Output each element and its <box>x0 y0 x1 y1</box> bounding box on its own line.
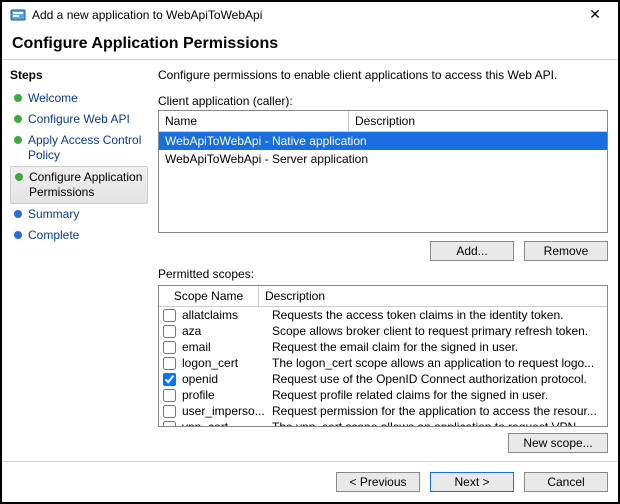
scope-description: Request profile related claims for the s… <box>272 388 603 402</box>
step-item[interactable]: Welcome <box>10 88 148 109</box>
scope-checkbox[interactable] <box>163 373 176 386</box>
scope-description: The logon_cert scope allows an applicati… <box>272 356 603 370</box>
step-label: Configure Web API <box>28 112 130 127</box>
step-item[interactable]: Summary <box>10 204 148 225</box>
scope-checkbox[interactable] <box>163 357 176 370</box>
window-title: Add a new application to WebApiToWebApi <box>32 8 580 22</box>
scope-name: openid <box>182 372 266 386</box>
previous-button[interactable]: < Previous <box>336 472 420 492</box>
client-label: Client application (caller): <box>158 94 608 108</box>
scope-col-name[interactable]: Scope Name <box>159 286 259 306</box>
cancel-button[interactable]: Cancel <box>524 472 608 492</box>
scope-name: vpn_cert <box>182 420 266 426</box>
step-item[interactable]: Configure Application Permissions <box>10 166 148 204</box>
step-done-icon <box>14 94 22 102</box>
step-done-icon <box>15 173 23 181</box>
scope-checkbox[interactable] <box>163 389 176 402</box>
dialog-window: Add a new application to WebApiToWebApi … <box>0 0 620 504</box>
scope-description: Scope allows broker client to request pr… <box>272 324 603 338</box>
scope-name: aza <box>182 324 266 338</box>
scope-name: logon_cert <box>182 356 266 370</box>
step-label: Complete <box>28 228 79 243</box>
scope-row[interactable]: email Request the email claim for the sig… <box>159 339 607 355</box>
scope-description: The vpn_cert scope allows an application… <box>272 420 603 426</box>
scope-checkbox[interactable] <box>163 405 176 418</box>
add-button[interactable]: Add... <box>430 241 514 261</box>
step-label: Apply Access Control Policy <box>28 133 144 163</box>
new-scope-button[interactable]: New scope... <box>508 433 608 453</box>
client-columns-header: Name Description <box>159 111 607 132</box>
content-panel: Configure permissions to enable client a… <box>152 60 618 461</box>
scope-name: allatclaims <box>182 308 266 322</box>
scope-description: Request the email claim for the signed i… <box>272 340 603 354</box>
scope-checkbox[interactable] <box>163 421 176 427</box>
scope-row[interactable]: aza Scope allows broker client to request… <box>159 323 607 339</box>
scope-name: profile <box>182 388 266 402</box>
step-pending-icon <box>14 210 22 218</box>
scope-row[interactable]: openid Request use of the OpenID Connect … <box>159 371 607 387</box>
scopes-list[interactable]: Scope Name Description allatclaims Reques… <box>158 285 608 427</box>
scope-description: Request permission for the application t… <box>272 404 603 418</box>
next-button[interactable]: Next > <box>430 472 514 492</box>
remove-button[interactable]: Remove <box>524 241 608 261</box>
titlebar: Add a new application to WebApiToWebApi … <box>2 2 618 25</box>
scope-row[interactable]: vpn_cert The vpn_cert scope allows an app… <box>159 419 607 426</box>
step-done-icon <box>14 115 22 123</box>
step-label: Configure Application Permissions <box>29 170 143 200</box>
scope-checkbox[interactable] <box>163 325 176 338</box>
client-col-name[interactable]: Name <box>159 111 349 131</box>
scope-name: user_imperso... <box>182 404 266 418</box>
step-item[interactable]: Configure Web API <box>10 109 148 130</box>
footer: < Previous Next > Cancel <box>2 461 618 502</box>
app-icon <box>10 7 26 23</box>
step-pending-icon <box>14 231 22 239</box>
scope-checkbox[interactable] <box>163 341 176 354</box>
scope-description: Requests the access token claims in the … <box>272 308 603 322</box>
step-item[interactable]: Complete <box>10 225 148 246</box>
scope-row[interactable]: logon_cert The logon_cert scope allows an… <box>159 355 607 371</box>
page-header: Configure Application Permissions <box>2 25 618 60</box>
scope-col-description[interactable]: Description <box>259 286 607 306</box>
scope-columns-header: Scope Name Description <box>159 286 607 307</box>
scope-name: email <box>182 340 266 354</box>
client-row[interactable]: WebApiToWebApi - Native application <box>159 132 607 150</box>
close-button[interactable]: ✕ <box>580 6 610 23</box>
steps-title: Steps <box>10 68 148 82</box>
client-col-description[interactable]: Description <box>349 111 607 131</box>
step-item[interactable]: Apply Access Control Policy <box>10 130 148 166</box>
step-label: Summary <box>28 207 79 222</box>
scope-row[interactable]: user_imperso... Request permission for th… <box>159 403 607 419</box>
scope-row[interactable]: allatclaims Requests the access token cla… <box>159 307 607 323</box>
client-list[interactable]: Name Description WebApiToWebApi - Native… <box>158 110 608 233</box>
step-done-icon <box>14 136 22 144</box>
scope-row[interactable]: profile Request profile related claims fo… <box>159 387 607 403</box>
client-row[interactable]: WebApiToWebApi - Server application <box>159 150 607 168</box>
step-label: Welcome <box>28 91 78 106</box>
scope-checkbox[interactable] <box>163 309 176 322</box>
instruction-text: Configure permissions to enable client a… <box>158 68 608 82</box>
scopes-label: Permitted scopes: <box>158 267 608 281</box>
scope-description: Request use of the OpenID Connect author… <box>272 372 603 386</box>
steps-panel: Steps Welcome Configure Web API Apply Acce… <box>2 60 152 461</box>
